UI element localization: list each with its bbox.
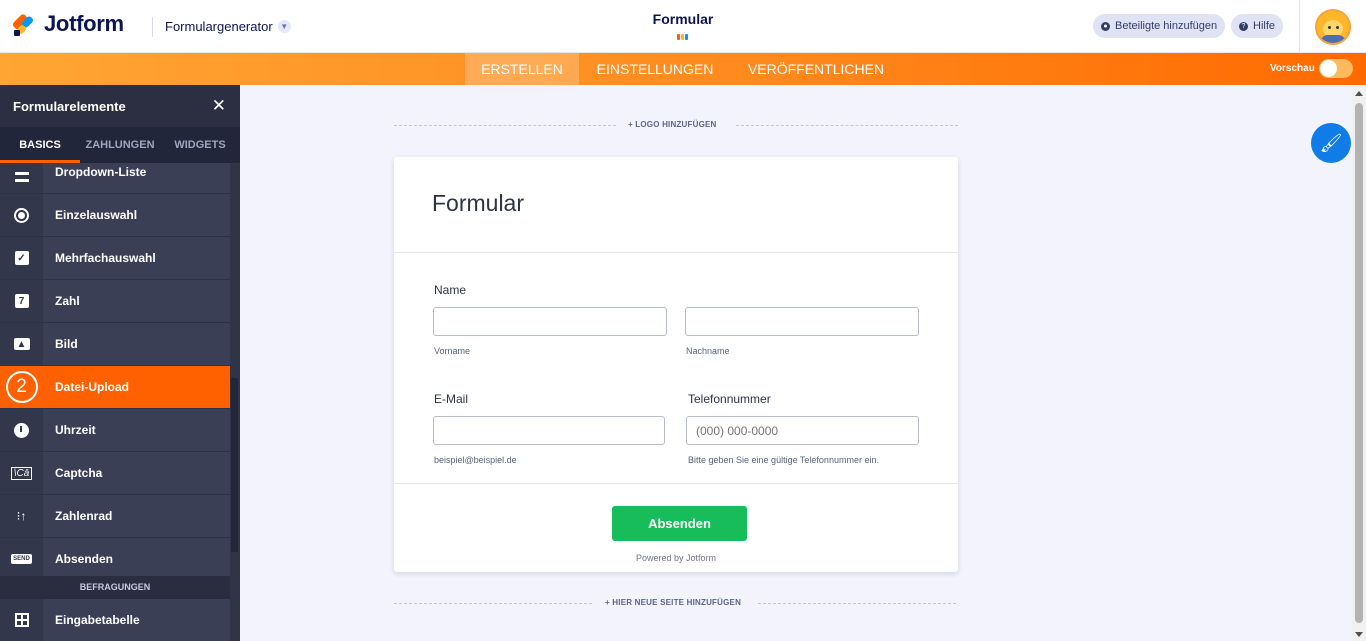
builder-menu-label: Formulargenerator [165, 19, 273, 34]
header-divider [152, 17, 153, 37]
panel-tabs: BASICS ZAHLUNGEN WIDGETS [0, 127, 240, 163]
page-divider-left [394, 603, 592, 604]
logo-divider-left [394, 125, 616, 126]
powered-by-text: Powered by Jotform [635, 553, 717, 563]
logo-divider-right [736, 125, 958, 126]
last-name-sublabel: Nachname [686, 346, 730, 356]
panel-header: Formularelemente ✕ [0, 85, 240, 127]
top-header: Jotform Formulargenerator ▼ Formular ● B… [0, 0, 1366, 53]
email-label: E-Mail [434, 392, 469, 406]
checkbox-icon: ✓ [0, 237, 43, 279]
add-participants-label: Beteiligte hinzufügen [1115, 20, 1218, 32]
element-image[interactable]: ▲ Bild [0, 323, 230, 366]
paint-roller-icon: 🖌 [1319, 132, 1343, 153]
form-designer-button[interactable]: 🖌 [1311, 123, 1351, 163]
page-divider-right [758, 603, 956, 604]
phone-sublabel: Bitte geben Sie eine gültige Telefonnumm… [688, 455, 879, 465]
builder-menu[interactable]: Formulargenerator ▼ [165, 19, 291, 34]
last-name-input[interactable] [685, 307, 919, 336]
panel-title: Formularelemente [13, 98, 126, 114]
number-icon: 7 [0, 280, 43, 322]
help-label: Hilfe [1253, 20, 1276, 32]
captcha-icon: \Cā [0, 452, 43, 494]
element-number[interactable]: 7 Zahl [0, 280, 230, 323]
user-icon: ● [1101, 21, 1110, 31]
tab-veroeffentlichen[interactable]: VERÖFFENTLICHEN [740, 53, 892, 85]
dropdown-icon [0, 163, 43, 193]
submit-button[interactable]: Absenden [612, 506, 747, 541]
add-logo-link[interactable]: + LOGO HINZUFÜGEN [628, 120, 717, 129]
scroll-down-icon[interactable] [1355, 632, 1363, 637]
element-label: Eingabetabelle [55, 613, 140, 627]
preview-toggle[interactable] [1319, 59, 1353, 78]
element-input-table[interactable]: Eingabetabelle [0, 599, 230, 641]
tab-widgets[interactable]: WIDGETS [160, 127, 240, 163]
jotform-logo[interactable]: Jotform [11, 11, 124, 37]
help-button[interactable]: ? Hilfe [1231, 14, 1284, 38]
scroll-up-icon[interactable] [1355, 91, 1363, 96]
phone-input[interactable] [686, 416, 919, 445]
element-label: Datei-Upload [55, 380, 130, 394]
element-label: Dropdown-Liste [55, 165, 147, 179]
page-scrollbar[interactable] [1352, 85, 1366, 641]
chevron-down-icon: ▼ [277, 20, 291, 33]
element-label: Uhrzeit [55, 423, 96, 437]
element-dropdown[interactable]: Dropdown-Liste [0, 163, 230, 194]
first-name-sublabel: Vorname [434, 346, 471, 356]
avatar[interactable] [1315, 8, 1351, 45]
element-spinner[interactable]: ⁝↑ Zahlenrad [0, 495, 230, 538]
scrollbar-thumb[interactable] [1355, 103, 1363, 623]
element-file-upload[interactable]: 2 Datei-Upload [0, 366, 230, 409]
table-icon [0, 599, 43, 641]
tab-erstellen[interactable]: ERSTELLEN [465, 53, 579, 85]
panel-scrollbar[interactable] [231, 378, 238, 552]
element-label: Einzelauswahl [55, 208, 138, 222]
brand-name: Jotform [44, 11, 124, 36]
builder-nav-bar: ERSTELLEN EINSTELLUNGEN VERÖFFENTLICHEN … [0, 53, 1366, 85]
element-label: Bild [55, 337, 78, 351]
phone-label: Telefonnummer [688, 392, 771, 406]
send-icon: SEND [0, 538, 43, 580]
email-sublabel: beispiel@beispiel.de [434, 455, 517, 465]
element-label: Captcha [55, 466, 103, 480]
form-elements-panel: Formularelemente ✕ BASICS ZAHLUNGEN WIDG… [0, 85, 240, 641]
radio-icon [0, 194, 43, 236]
spinner-icon: ⁝↑ [0, 495, 43, 537]
preview-label: Vorschau [1270, 63, 1315, 74]
add-participants-button[interactable]: ● Beteiligte hinzufügen [1093, 14, 1226, 38]
jotform-logo-icon [11, 12, 36, 36]
step-number-badge: 2 [0, 366, 43, 408]
element-time[interactable]: Uhrzeit [0, 409, 230, 452]
submit-divider [394, 483, 958, 484]
form-color-dots-icon [677, 34, 688, 40]
add-page-link[interactable]: + HIER NEUE SEITE HINZUFÜGEN [605, 598, 741, 607]
close-icon[interactable]: ✕ [212, 96, 226, 116]
tab-einstellungen[interactable]: EINSTELLUNGEN [590, 53, 720, 85]
tab-zahlungen[interactable]: ZAHLUNGEN [80, 127, 160, 163]
clock-icon [0, 409, 43, 451]
form-canvas: + LOGO HINZUFÜGEN Formular Name Vorname … [240, 85, 1352, 641]
element-captcha[interactable]: \Cā Captcha [0, 452, 230, 495]
element-list: Dropdown-Liste Einzelauswahl ✓ Mehrfacha… [0, 163, 230, 641]
group-header-surveys: BEFRAGUNGEN [0, 576, 230, 599]
form-card: Formular Name Vorname Nachname E-Mail be… [394, 157, 958, 572]
form-name-title[interactable]: Formular [633, 11, 733, 27]
element-multiple-choice[interactable]: ✓ Mehrfachauswahl [0, 237, 230, 280]
element-label: Mehrfachauswahl [55, 251, 156, 265]
user-menu[interactable] [1299, 0, 1366, 53]
element-label: Zahl [55, 294, 80, 308]
first-name-input[interactable] [433, 307, 667, 336]
element-single-choice[interactable]: Einzelauswahl [0, 194, 230, 237]
question-icon: ? [1239, 21, 1248, 31]
email-input[interactable] [433, 416, 665, 445]
name-label: Name [434, 283, 467, 297]
tab-basics[interactable]: BASICS [0, 127, 80, 163]
element-submit[interactable]: SEND Absenden [0, 538, 230, 581]
title-divider [394, 252, 958, 253]
form-title[interactable]: Formular [432, 190, 524, 217]
element-label: Absenden [55, 552, 114, 566]
image-icon: ▲ [0, 323, 43, 365]
element-label: Zahlenrad [55, 509, 113, 523]
